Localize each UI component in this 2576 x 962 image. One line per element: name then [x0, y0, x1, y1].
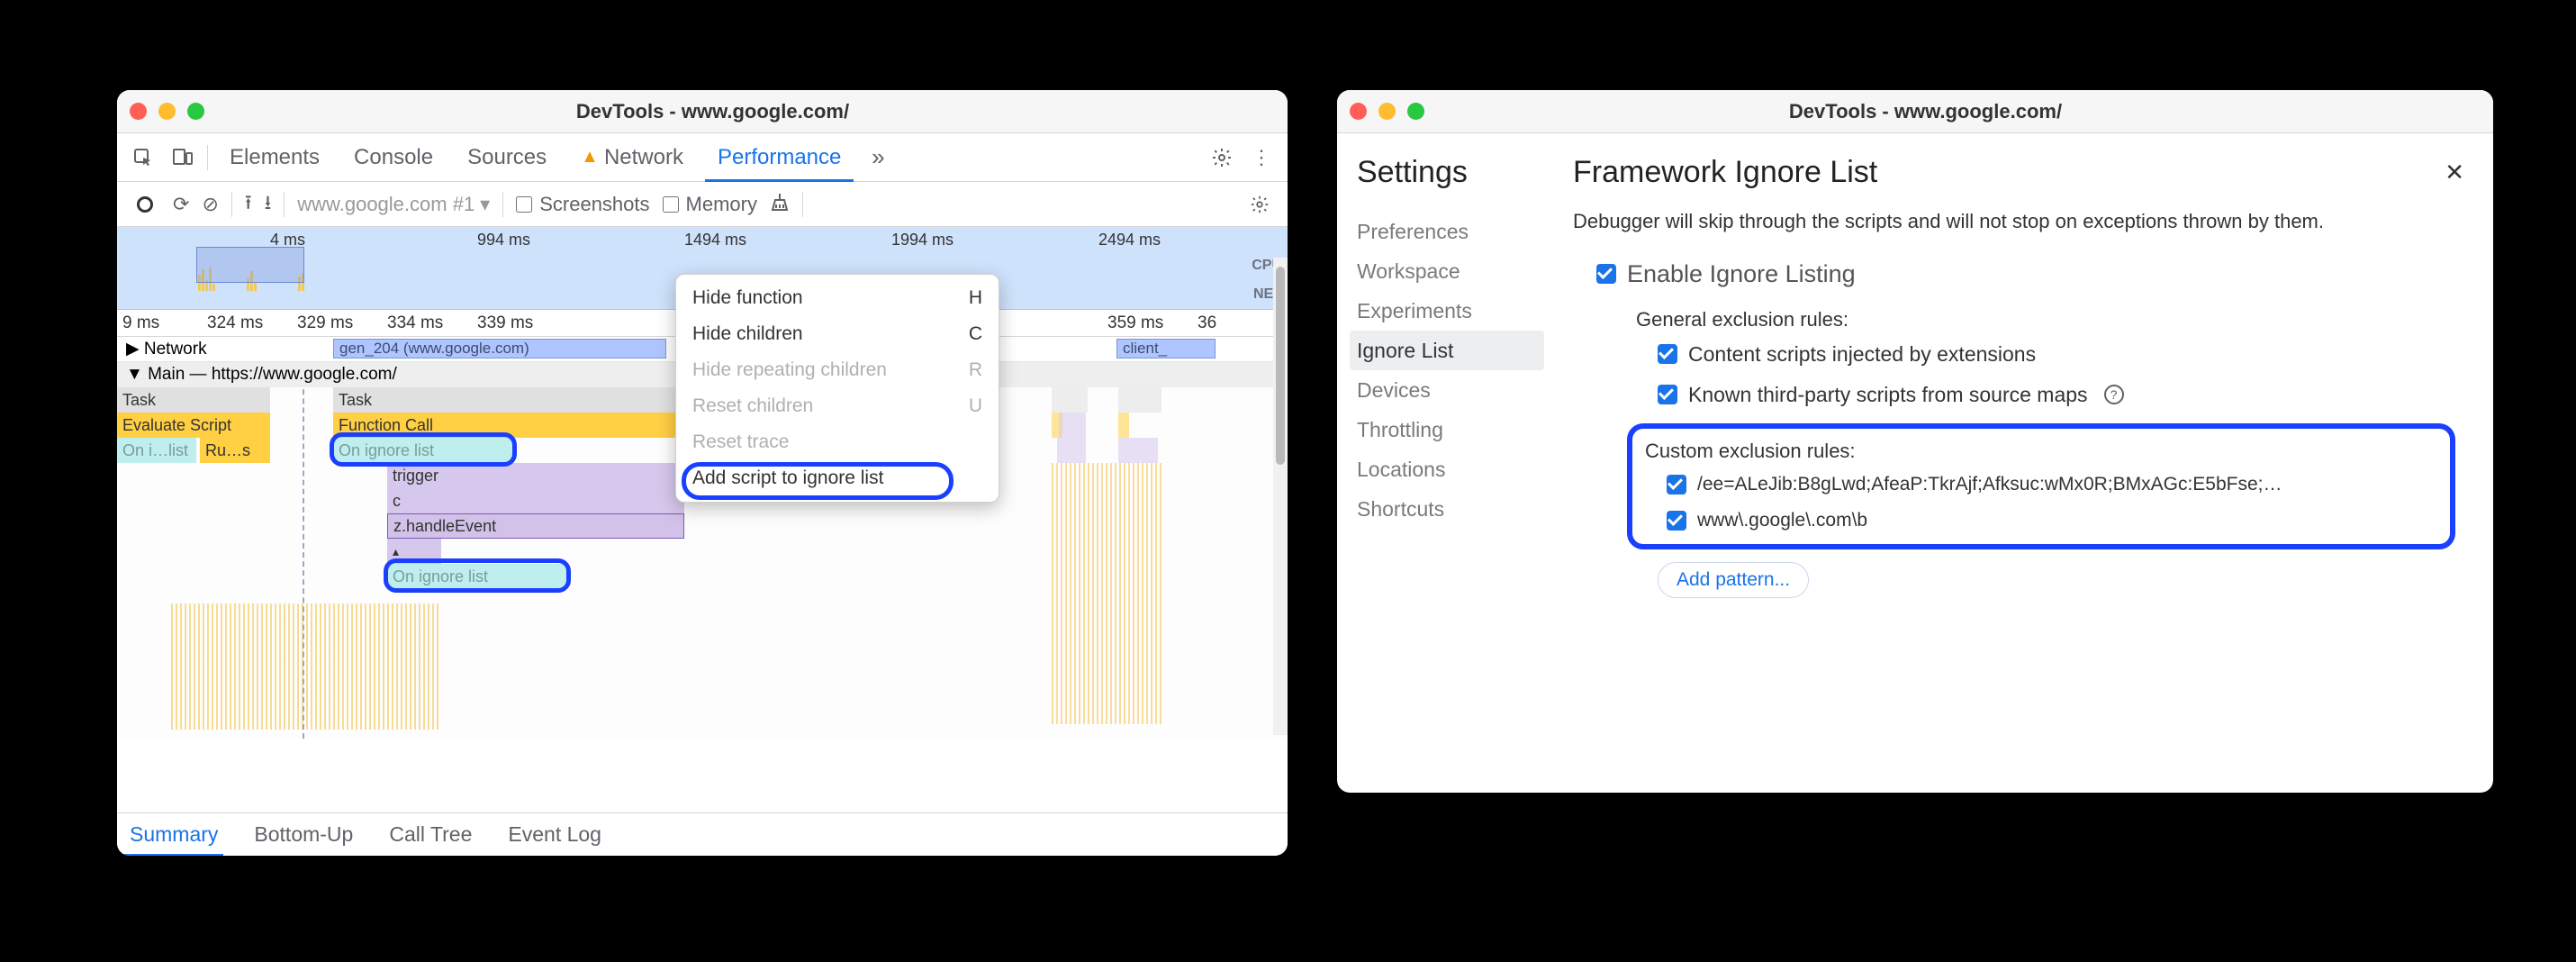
devtools-window-left: DevTools - www.google.com/ Elements Cons… [117, 90, 1288, 856]
nav-shortcuts[interactable]: Shortcuts [1350, 489, 1544, 529]
nav-experiments[interactable]: Experiments [1350, 291, 1544, 331]
tab-call-tree[interactable]: Call Tree [384, 813, 477, 857]
network-bar[interactable]: client_ [1116, 339, 1216, 358]
general-rules-label: General exclusion rules: [1636, 308, 2464, 331]
tab-performance[interactable]: Performance [705, 133, 854, 182]
page-select[interactable]: www.google.com #1 ▾ [297, 193, 490, 216]
checkbox-icon [1658, 344, 1677, 364]
vertical-scrollbar[interactable] [1273, 258, 1288, 735]
close-settings-button[interactable]: ✕ [2445, 159, 2464, 186]
download-icon[interactable]: ⭳ [265, 187, 272, 222]
tab-elements[interactable]: Elements [217, 133, 332, 182]
window-title: DevTools - www.google.com/ [1424, 100, 2427, 123]
titlebar: DevTools - www.google.com/ [1337, 90, 2493, 133]
rule-third-party[interactable]: Known third-party scripts from source ma… [1658, 383, 2464, 407]
kebab-icon[interactable]: ⋮ [1246, 142, 1277, 173]
rule-content-scripts[interactable]: Content scripts injected by extensions [1658, 342, 2464, 367]
zoom-icon[interactable] [187, 103, 204, 120]
gear-icon[interactable] [1207, 142, 1237, 173]
minimize-icon[interactable] [158, 103, 176, 120]
custom-rule-2[interactable]: www\.google\.com\b [1667, 510, 2437, 531]
context-menu: Hide functionH Hide childrenC Hide repea… [675, 274, 999, 503]
tab-summary[interactable]: Summary [124, 813, 223, 857]
settings-sidebar: Settings Preferences Workspace Experimen… [1337, 133, 1544, 793]
ctx-reset-trace: Reset trace [676, 424, 999, 460]
chevron-down-icon: ▾ [480, 193, 490, 216]
custom-rules-highlight: Custom exclusion rules: /ee=ALeJib:B8gLw… [1627, 423, 2455, 549]
selection-handle[interactable] [196, 247, 304, 283]
warning-icon: ▲ [581, 147, 599, 168]
checkbox-icon [1667, 475, 1686, 495]
tab-bottom-up[interactable]: Bottom-Up [249, 813, 358, 857]
add-pattern-button[interactable]: Add pattern... [1658, 562, 1809, 598]
settings-pane: Framework Ignore List ✕ Debugger will sk… [1544, 133, 2493, 793]
devtools-window-right: DevTools - www.google.com/ Settings Pref… [1337, 90, 2493, 793]
minimize-icon[interactable] [1378, 103, 1396, 120]
ctx-hide-children[interactable]: Hide childrenC [676, 316, 999, 352]
ctx-add-ignore[interactable]: Add script to ignore list [676, 460, 999, 496]
pane-description: Debugger will skip through the scripts a… [1573, 208, 2464, 235]
tab-sources[interactable]: Sources [455, 133, 559, 182]
zoom-icon[interactable] [1407, 103, 1424, 120]
inspect-icon[interactable] [128, 142, 158, 173]
detail-tabs: Summary Bottom-Up Call Tree Event Log [117, 812, 1288, 856]
help-icon[interactable]: ? [2104, 385, 2124, 404]
custom-rules-label: Custom exclusion rules: [1645, 440, 2437, 463]
ctx-reset-children: Reset childrenU [676, 388, 999, 424]
titlebar: DevTools - www.google.com/ [117, 90, 1288, 133]
memory-checkbox[interactable]: Memory [663, 193, 757, 216]
traffic-lights [130, 103, 204, 120]
screenshots-checkbox[interactable]: Screenshots [516, 193, 649, 216]
gc-icon[interactable] [770, 192, 790, 217]
tab-console[interactable]: Console [341, 133, 446, 182]
nav-devices[interactable]: Devices [1350, 370, 1544, 410]
more-tabs-icon[interactable]: » [863, 142, 893, 173]
enable-ignore-checkbox[interactable]: Enable Ignore Listing [1596, 260, 2464, 288]
checkbox-icon [1596, 264, 1616, 284]
device-icon[interactable] [167, 142, 198, 173]
nav-locations[interactable]: Locations [1350, 449, 1544, 489]
nav-workspace[interactable]: Workspace [1350, 251, 1544, 291]
ctx-hide-repeating: Hide repeating childrenR [676, 352, 999, 388]
settings-title: Settings [1357, 155, 1544, 190]
network-bar[interactable]: gen_204 (www.google.com) [333, 339, 666, 358]
traffic-lights [1350, 103, 1424, 120]
clear-icon[interactable]: ⊘ [202, 193, 218, 216]
capture-settings-icon[interactable] [1244, 189, 1275, 220]
checkbox-icon [1658, 385, 1677, 404]
nav-preferences[interactable]: Preferences [1350, 212, 1544, 251]
reload-icon[interactable]: ⟳ [173, 193, 189, 216]
close-icon[interactable] [130, 103, 147, 120]
upload-icon[interactable]: ⭱ [245, 187, 252, 222]
nav-throttling[interactable]: Throttling [1350, 410, 1544, 449]
perf-toolbar: ⟳ ⊘ ⭱ ⭳ www.google.com #1 ▾ Screenshots … [117, 182, 1288, 227]
record-button[interactable] [130, 189, 160, 220]
custom-rule-1[interactable]: /ee=ALeJib:B8gLwd;AfeaP:TkrAjf;Afksuc:wM… [1667, 474, 2437, 495]
panel-tabs: Elements Console Sources ▲Network Perfor… [117, 133, 1288, 182]
nav-ignore-list[interactable]: Ignore List [1350, 331, 1544, 370]
checkbox-icon [1667, 511, 1686, 531]
tab-network[interactable]: ▲Network [568, 133, 696, 182]
tab-event-log[interactable]: Event Log [502, 813, 607, 857]
window-title: DevTools - www.google.com/ [204, 100, 1221, 123]
pane-title: Framework Ignore List [1573, 155, 1877, 190]
ctx-hide-function[interactable]: Hide functionH [676, 280, 999, 316]
close-icon[interactable] [1350, 103, 1367, 120]
